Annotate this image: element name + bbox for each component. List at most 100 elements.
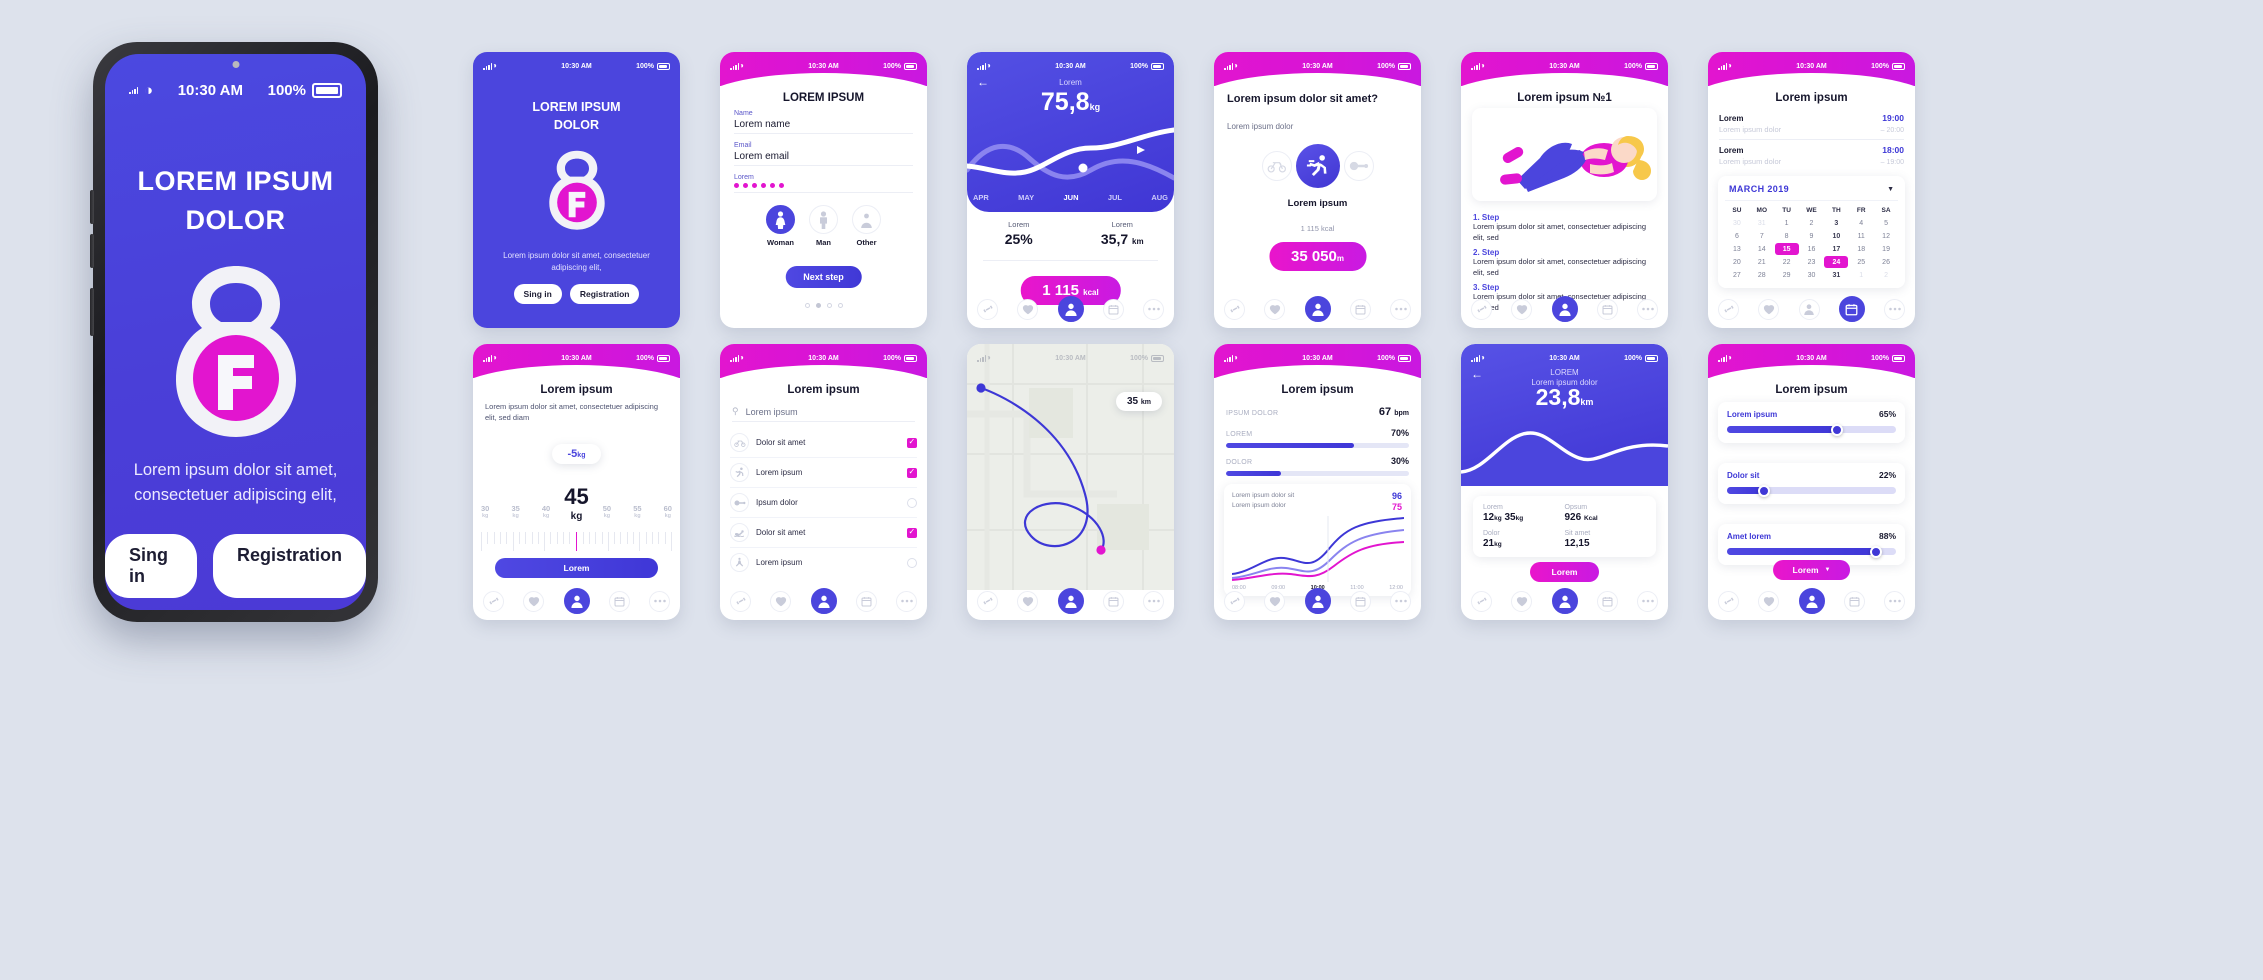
list-item[interactable]: Dolor sit amet [730, 518, 917, 548]
primary-dropdown-button[interactable]: Lorem ▼ [1772, 560, 1851, 580]
list-item[interactable]: Ipsum dolor [730, 488, 917, 518]
nav-heart-icon[interactable] [770, 590, 792, 612]
calendar-day[interactable]: 7 [1750, 230, 1774, 242]
nav-heart-icon[interactable] [1264, 298, 1286, 320]
password-input[interactable] [734, 183, 913, 193]
nav-heart-icon[interactable] [1017, 590, 1039, 612]
nav-user-icon[interactable] [1551, 296, 1578, 322]
nav-dumbbell-icon[interactable] [977, 298, 998, 320]
chevron-down-icon[interactable]: ▼ [1825, 567, 1831, 573]
calendar-day[interactable]: 22 [1775, 256, 1799, 268]
registration-button[interactable]: Registration [569, 284, 640, 304]
list-item[interactable]: Lorem ipsum [730, 548, 917, 577]
calendar-day[interactable]: 12 [1874, 230, 1898, 242]
calendar-day[interactable]: 10 [1824, 230, 1848, 242]
nav-dumbbell-icon[interactable] [1471, 590, 1492, 612]
month-tab-active[interactable]: JUN [1063, 193, 1078, 202]
calendar-day[interactable]: 2 [1874, 269, 1898, 281]
next-step-button[interactable]: Next step [785, 266, 862, 288]
slider-knob[interactable] [1830, 423, 1843, 436]
calendar-day[interactable]: 8 [1775, 230, 1799, 242]
nav-ellipsis-icon[interactable] [649, 590, 670, 612]
nav-user-icon[interactable] [1551, 588, 1578, 614]
nav-user-icon[interactable] [1798, 588, 1825, 614]
nav-calendar-icon[interactable] [1349, 298, 1371, 320]
slider-track[interactable] [1727, 545, 1896, 558]
calendar-day[interactable]: 30 [1725, 217, 1749, 229]
nav-user-icon[interactable] [563, 588, 590, 614]
pager-dot[interactable] [804, 303, 810, 308]
calendar-day[interactable]: 26 [1874, 256, 1898, 268]
gender-option-man[interactable]: Man [809, 205, 838, 247]
name-input[interactable]: Lorem name [734, 119, 913, 134]
gender-option-other[interactable]: Other [852, 205, 881, 247]
checkbox-checked[interactable] [907, 527, 917, 538]
checkbox-unchecked[interactable] [907, 557, 917, 568]
nav-heart-icon[interactable] [1264, 590, 1286, 612]
nav-ellipsis-icon[interactable] [1637, 298, 1658, 320]
distance-pill-button[interactable]: 35 050m [1268, 242, 1367, 271]
calendar-day[interactable]: 9 [1800, 230, 1824, 242]
nav-dumbbell-icon[interactable] [1224, 590, 1245, 612]
calendar-day[interactable]: 16 [1800, 243, 1824, 255]
weight-ruler-slider[interactable] [481, 532, 672, 552]
other-person-icon[interactable] [852, 205, 881, 234]
nav-calendar-icon[interactable] [1596, 298, 1618, 320]
calendar-day[interactable]: 21 [1750, 256, 1774, 268]
nav-dumbbell-icon[interactable] [1718, 590, 1739, 612]
bicycle-icon[interactable] [1261, 151, 1292, 181]
nav-ellipsis-icon[interactable] [1884, 590, 1905, 612]
search-bar[interactable]: ⚲ Lorem ipsum [732, 406, 915, 422]
nav-ellipsis-icon[interactable] [896, 590, 917, 612]
calendar-day[interactable]: 27 [1725, 269, 1749, 281]
map-canvas[interactable]: ◑ 10:30 AM 100% 35 km [967, 344, 1174, 590]
calendar-day[interactable]: 19 [1874, 243, 1898, 255]
nav-calendar-icon[interactable] [1349, 590, 1371, 612]
calendar-day[interactable]: 17 [1824, 243, 1848, 255]
nav-ellipsis-icon[interactable] [1143, 590, 1164, 612]
nav-ellipsis-icon[interactable] [1143, 298, 1164, 320]
pager-dot[interactable] [826, 303, 832, 308]
nav-heart-icon[interactable] [1758, 298, 1780, 320]
primary-button[interactable]: Lorem [1529, 562, 1600, 582]
nav-ellipsis-icon[interactable] [1390, 590, 1411, 612]
list-item[interactable]: Lorem ipsum [730, 458, 917, 488]
nav-calendar-icon-active[interactable] [1838, 296, 1865, 322]
sign-in-button[interactable]: Sing in [513, 284, 562, 304]
nav-calendar-icon[interactable] [1102, 298, 1124, 320]
pager-dot[interactable] [837, 303, 843, 308]
nav-calendar-icon[interactable] [1843, 590, 1865, 612]
sign-in-button[interactable]: Sing in [105, 534, 197, 598]
calendar-day[interactable]: 6 [1725, 230, 1749, 242]
calendar-day[interactable]: 14 [1750, 243, 1774, 255]
calendar-day[interactable]: 30 [1800, 269, 1824, 281]
slider-track[interactable] [1727, 423, 1896, 436]
nav-calendar-icon[interactable] [1102, 590, 1124, 612]
month-tab[interactable]: JUL [1108, 193, 1122, 202]
month-tab[interactable]: APR [973, 193, 989, 202]
month-tab[interactable]: AUG [1151, 193, 1168, 202]
phone-power-button[interactable] [90, 288, 94, 336]
calendar-day-selected[interactable]: 24 [1824, 256, 1849, 268]
event-item[interactable]: Lorem 18:00 Lorem ipsum dolor – 19:00 [1719, 139, 1904, 171]
nav-heart-icon[interactable] [1758, 590, 1780, 612]
nav-dumbbell-icon[interactable] [483, 590, 504, 612]
calendar-header[interactable]: MARCH 2019 ▼ [1725, 182, 1898, 201]
calendar-day[interactable]: 4 [1849, 217, 1873, 229]
calendar-day[interactable]: 29 [1775, 269, 1799, 281]
nav-user-icon[interactable] [1304, 296, 1331, 322]
search-input[interactable]: Lorem ipsum [746, 407, 798, 417]
nav-dumbbell-icon[interactable] [1471, 298, 1492, 320]
nav-heart-icon[interactable] [1017, 298, 1039, 320]
calendar-day[interactable]: 1 [1775, 217, 1799, 229]
nav-dumbbell-icon[interactable] [730, 590, 751, 612]
man-icon[interactable] [809, 205, 838, 234]
month-tab[interactable]: MAY [1018, 193, 1034, 202]
email-input[interactable]: Lorem email [734, 151, 913, 166]
phone-volume-up-button[interactable] [90, 190, 94, 224]
nav-ellipsis-icon[interactable] [1390, 298, 1411, 320]
calendar-day[interactable]: 5 [1874, 217, 1898, 229]
nav-dumbbell-icon[interactable] [1718, 298, 1739, 320]
calendar-day[interactable]: 20 [1725, 256, 1749, 268]
event-item[interactable]: Lorem 19:00 Lorem ipsum dolor – 20:00 [1719, 108, 1904, 139]
